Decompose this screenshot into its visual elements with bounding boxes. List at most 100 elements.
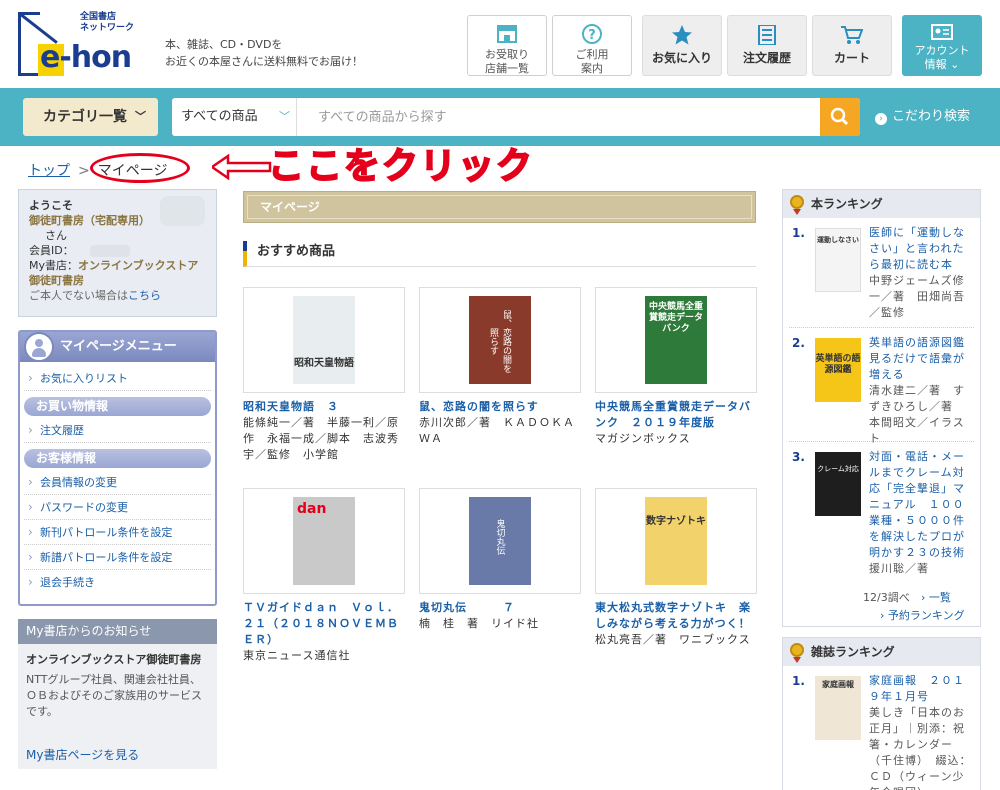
product-card[interactable]: 昭和天皇物語 昭和天皇物語 ３ 能條純一／著 半藤一利／原作 永福一成／脚本 志…: [243, 287, 405, 463]
chevron-down-icon: ⌄: [950, 58, 960, 71]
chevron-right-icon: ›: [875, 113, 887, 125]
favorites-button[interactable]: お気に入り: [642, 15, 722, 76]
ranking-item[interactable]: 1. 運動しなさい 医師に「運動しなさい」と言われたら最初に読む本 中野ジェーム…: [789, 218, 974, 328]
product-author: 楠 桂 著 リイド社: [419, 617, 539, 630]
search-box: すべての商品 ﹀: [172, 98, 860, 136]
book-cover[interactable]: dan: [293, 497, 355, 585]
ranking-title[interactable]: 医師に「運動しなさい」と言われたら最初に読む本: [869, 225, 974, 273]
product-card[interactable]: 数字ナゾトキ 東大松丸式数字ナゾトキ 楽しみながら考える力がつく！ 松丸亮吾／著…: [595, 488, 757, 648]
menu-favorites-link[interactable]: お気に入りリスト: [24, 366, 211, 391]
store-list-button[interactable]: お受取り 店舗一覧: [467, 15, 547, 76]
guide-button[interactable]: ? ご利用 案内: [552, 15, 632, 76]
magazine-ranking: 雑誌ランキング 1. 家庭画報 家庭画報 ２０１９年１月号 美しき「日本のお正月…: [782, 637, 981, 790]
magazine-thumbnail[interactable]: 家庭画報: [815, 676, 861, 740]
ehon-logo[interactable]: 全国書店 ネットワーク e-hon: [18, 12, 138, 78]
recommended-heading: おすすめ商品: [243, 241, 756, 267]
book-cover[interactable]: 鬼切丸伝: [469, 497, 531, 585]
page-title: マイページ: [243, 191, 756, 223]
preorder-ranking-link[interactable]: › 予約ランキング: [880, 607, 965, 623]
product-card[interactable]: 中央競馬全重賞競走データバンク 中央競馬全重賞競走データバンク ２０１９年度版 …: [595, 287, 757, 447]
product-author: 松丸亮吾／著 ワニブックス: [595, 633, 751, 646]
breadcrumb-top-link[interactable]: トップ: [28, 163, 70, 179]
ranking-date: 12/3調べ: [863, 591, 910, 604]
menu-withdraw-link[interactable]: 退会手続き: [24, 570, 211, 595]
magazine-ranking-header: 雑誌ランキング: [783, 638, 980, 666]
product-title[interactable]: 昭和天皇物語 ３: [243, 399, 405, 415]
product-author: マガジンボックス: [595, 432, 691, 445]
star-icon: [672, 25, 692, 45]
mypage-menu: マイページメニュー お気に入りリスト お買い物情報 注文履歴 お客様情報 会員情…: [18, 330, 217, 606]
ranking-item[interactable]: 3. クレーム対応 対面・電話・メールまでクレーム対応「完全撃退」マニュアル １…: [789, 442, 974, 582]
product-title[interactable]: ＴＶガイドｄａｎ Ｖｏｌ．２１（２０１８ＮＯＶＥＭＢＥＲ）: [243, 600, 405, 648]
book-ranking: 本ランキング 1. 運動しなさい 医師に「運動しなさい」と言われたら最初に読む本…: [782, 189, 981, 627]
product-author: 赤川次郎／著 ＫＡＤＯＫＡＷＡ: [419, 416, 575, 445]
store-notice: My書店からのお知らせ オンラインブックストア御徒町書房 NTTグループ社員、関…: [18, 619, 217, 769]
medal-icon: [790, 643, 804, 663]
ranking-author: 美しき「日本のお正月」｜別添：祝箸・カレンダー（千住博） 綴込：ＣＤ（ウィーン少…: [869, 706, 972, 790]
ranking-title[interactable]: 家庭画報 ２０１９年１月号: [869, 673, 974, 705]
ranking-author: 清水建二／著 すずきひろし／著 本間昭文／イラスト: [869, 384, 965, 445]
highlight-circle: [90, 153, 190, 183]
redacted-area: [160, 196, 205, 226]
menu-orders-link[interactable]: 注文履歴: [24, 418, 211, 443]
user-avatar-icon: [24, 332, 54, 362]
search-scope-select[interactable]: すべての商品 ﹀: [172, 98, 297, 136]
chevron-down-icon: ﹀: [279, 110, 290, 123]
site-header: 全国書店 ネットワーク e-hon 本、雑誌、CD・DVDを お近くの本屋さんに送…: [0, 0, 1000, 88]
order-history-button[interactable]: 注文履歴: [727, 15, 807, 76]
ranking-author: 援川聡／著: [869, 562, 929, 575]
search-input[interactable]: [298, 98, 818, 136]
redacted-id: [90, 245, 130, 257]
menu-edit-member-link[interactable]: 会員情報の変更: [24, 470, 211, 495]
ranking-item[interactable]: 1. 家庭画報 家庭画報 ２０１９年１月号 美しき「日本のお正月」｜別添：祝箸・…: [789, 666, 974, 790]
product-title[interactable]: 鼠、恋路の闇を照らす: [419, 399, 581, 415]
ranking-title[interactable]: 対面・電話・メールまでクレーム対応「完全撃退」マニュアル １００業種・５０００件…: [869, 449, 974, 561]
product-author: 能條純一／著 半藤一利／原作 永福一成／脚本 志波秀宇／監修 小学館: [243, 416, 399, 461]
product-card[interactable]: dan ＴＶガイドｄａｎ Ｖｏｌ．２１（２０１８ＮＯＶＥＭＢＥＲ） 東京ニュース…: [243, 488, 405, 664]
account-icon: [931, 24, 953, 40]
ranking-author: 中野ジェームズ修一／著 田畑尚吾／監修: [869, 274, 965, 319]
menu-book-patrol-link[interactable]: 新刊パトロール条件を設定: [24, 520, 211, 545]
tagline: 本、雑誌、CD・DVDを お近くの本屋さんに送料無料でお届け！: [165, 38, 363, 68]
my-store-page-link[interactable]: My書店ページを見る: [26, 746, 139, 763]
cart-icon: [841, 26, 863, 44]
not-me-link[interactable]: こちら: [128, 289, 161, 302]
ranking-title[interactable]: 英単語の語源図鑑 見るだけで語彙が増える: [869, 335, 976, 383]
search-icon: [830, 107, 849, 126]
chevron-down-icon: ﹀: [135, 110, 146, 123]
book-cover[interactable]: 数字ナゾトキ: [645, 497, 707, 585]
category-list-button[interactable]: カテゴリ一覧 ﹀: [23, 98, 158, 136]
book-thumbnail[interactable]: 英単語の語源図鑑: [815, 338, 861, 402]
list-icon: [758, 25, 776, 45]
annotation-text: ここをクリック: [267, 145, 535, 188]
book-thumbnail[interactable]: クレーム対応: [815, 452, 861, 516]
store-icon: [497, 25, 517, 43]
arrow-left-icon: [212, 154, 272, 180]
product-author: 東京ニュース通信社: [243, 649, 351, 662]
svg-text:?: ?: [588, 28, 596, 43]
advanced-search-link[interactable]: › こだわり検索: [875, 88, 970, 146]
book-cover[interactable]: 鼠、恋路の闇を照らす: [469, 296, 531, 384]
ranking-list-link[interactable]: › 一覧: [921, 589, 951, 605]
cart-button[interactable]: カート: [812, 15, 892, 76]
ranking-footer: 12/3調べ › 一覧 › 予約ランキング: [783, 582, 980, 622]
menu-music-patrol-link[interactable]: 新譜パトロール条件を設定: [24, 545, 211, 570]
product-title[interactable]: 中央競馬全重賞競走データバンク ２０１９年度版: [595, 399, 757, 431]
help-icon: ?: [582, 24, 602, 44]
product-card[interactable]: 鬼切丸伝 鬼切丸伝 ７ 楠 桂 著 リイド社: [419, 488, 581, 632]
ranking-item[interactable]: 2. 英単語の語源図鑑 英単語の語源図鑑 見るだけで語彙が増える 清水建二／著 …: [789, 328, 976, 445]
book-cover[interactable]: 昭和天皇物語: [293, 296, 355, 384]
product-title[interactable]: 東大松丸式数字ナゾトキ 楽しみながら考える力がつく！: [595, 600, 757, 632]
menu-section-shopping: お買い物情報: [24, 397, 211, 416]
product-title[interactable]: 鬼切丸伝 ７: [419, 600, 581, 616]
menu-change-password-link[interactable]: パスワードの変更: [24, 495, 211, 520]
search-bar: カテゴリ一覧 ﹀ すべての商品 ﹀ ›こだわり検索: [0, 88, 1000, 146]
account-info-button[interactable]: アカウント 情報 ⌄: [902, 15, 982, 76]
book-cover[interactable]: 中央競馬全重賞競走データバンク: [645, 296, 707, 384]
product-card[interactable]: 鼠、恋路の闇を照らす 鼠、恋路の闇を照らす 赤川次郎／著 ＫＡＤＯＫＡＷＡ: [419, 287, 581, 447]
book-thumbnail[interactable]: 運動しなさい: [815, 228, 861, 292]
search-button[interactable]: [820, 98, 860, 136]
medal-icon: [790, 195, 804, 215]
book-ranking-header: 本ランキング: [783, 190, 980, 218]
menu-section-customer: お客様情報: [24, 449, 211, 468]
